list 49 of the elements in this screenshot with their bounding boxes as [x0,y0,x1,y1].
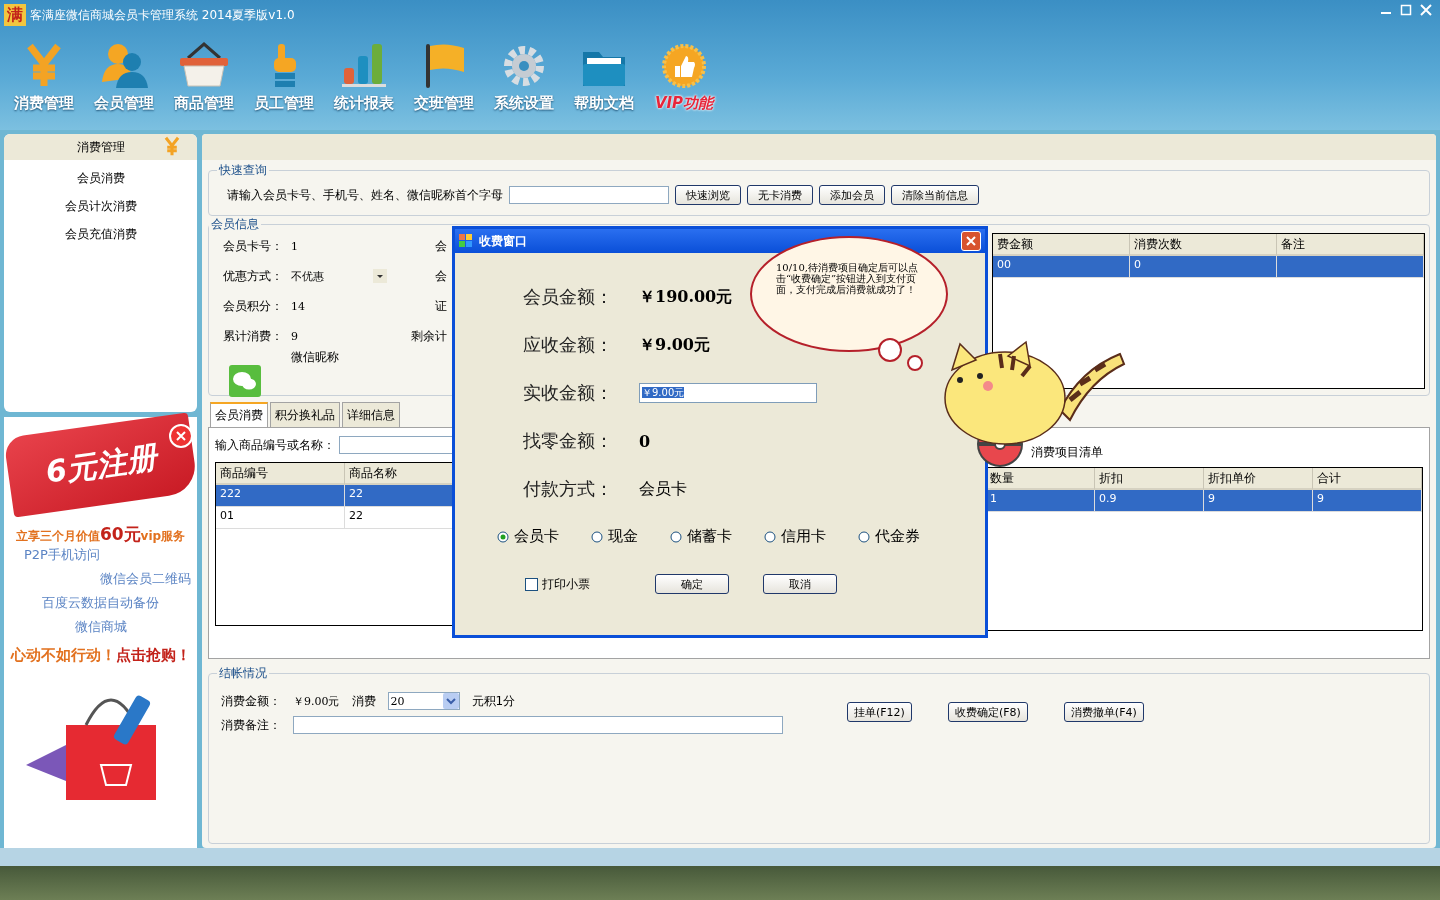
field-label: 会员卡号： [223,237,284,255]
app-logo: 满 [4,4,26,26]
field-label: 会 [434,237,447,255]
search-label: 请输入会员卡号、手机号、姓名、微信昵称首个字母 [227,186,503,204]
field-label: 剩余计 [410,327,447,345]
group-title: 会员信息 [210,216,260,233]
dialog-title: 收费窗口 [479,232,527,250]
window-title: 客满座微信商城会员卡管理系统 2014夏季版v1.0 [30,6,295,24]
wechat-nickname-label: 微信昵称 [291,349,339,366]
ad-offer: 立享三个月价值60元vip服务 [15,523,186,546]
table-cell: 9 [1313,490,1422,512]
field-label: 应收金额： [523,333,614,357]
table-cell: 9 [1204,490,1313,512]
ad-feature: 百度云数据自动备份 [42,594,159,612]
field-label: 实收金额： [523,381,614,405]
field-label: 会员积分： [223,297,284,315]
group-title: 结帐情况 [218,665,268,682]
table-cell: 1 [986,490,1095,512]
ad-feature: P2P手机访问 [24,546,100,564]
field-label: 会员金额： [523,285,614,309]
table-cell: 0 [1130,256,1277,278]
sidebar-title: 消费管理 [76,138,125,156]
field-value: 0 [639,431,651,451]
field-value: 14 [291,299,305,313]
field-label: 证 [434,297,447,315]
ad-feature: 微信会员二维码 [100,570,191,588]
ad-feature: 微信商城 [74,618,127,636]
table-cell: 00 [993,256,1130,278]
field-label: 找零金额： [523,429,614,453]
field-label: 优惠方式： [223,267,284,285]
field-label: 消费金额： [221,692,281,710]
table-cell: 222 [216,485,345,507]
field-label: 输入商品编号或名称： [215,436,335,454]
group-title: 快速查询 [218,162,268,179]
field-label: 累计消费： [223,327,284,345]
cart-title: 消费项目清单 [1030,444,1104,461]
field-label: 会 [434,267,447,285]
table-cell: 0.9 [1095,490,1204,512]
field-label: 消费备注： [221,716,281,734]
table-cell: 01 [216,507,345,529]
ad-call-to-action: 心动不如行动！点击抢购！ [10,646,191,665]
field-value: 1 [291,239,298,253]
field-value: ￥190.00元 [639,286,733,308]
field-value: 会员卡 [639,478,687,500]
field-value: ￥9.00元 [639,334,710,356]
amount-value: ￥9.00元 [293,693,340,709]
field-label: 消费 [351,692,376,710]
points-text: 元积1分 [471,692,516,710]
field-value: 9 [291,329,298,343]
